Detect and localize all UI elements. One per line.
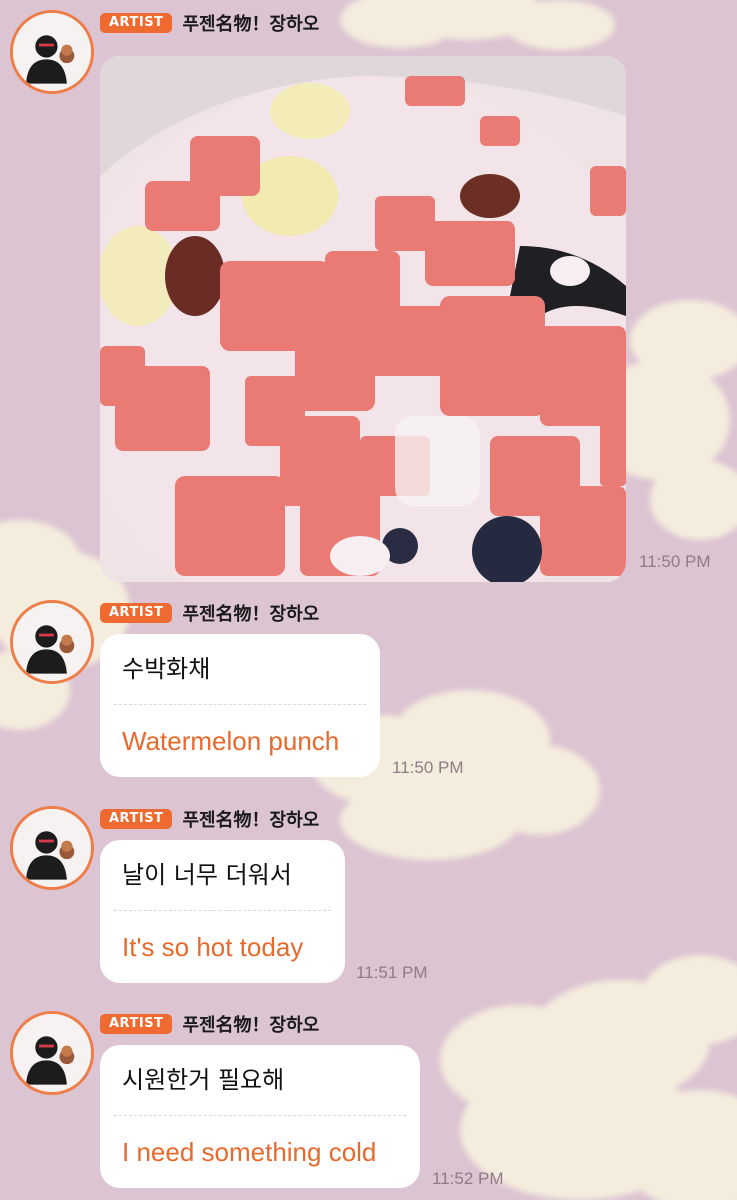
sender-row: ARTIST 푸젠名物！장하오 [100,1011,319,1037]
sender-name[interactable]: 푸젠名物！장하오 [182,806,319,832]
original-text: 날이 너무 더워서 [122,861,292,889]
photo-attachment[interactable] [100,56,626,582]
message-bubble[interactable]: 수박화채 Watermelon punch [100,634,380,777]
timestamp: 11:50 PM [392,758,464,777]
message-text: ARTIST 푸젠名物！장하오 수박화채 Watermelon punch 11… [0,600,737,785]
avatar-icon [13,603,91,681]
sender-row: ARTIST 푸젠名物！장하오 [100,600,319,626]
watermelon-punch-photo-icon [100,56,626,582]
message-bubble[interactable]: 날이 너무 더워서 It's so hot today [100,840,345,983]
avatar-icon [13,13,91,91]
artist-badge: ARTIST [100,809,173,829]
avatar[interactable] [10,10,94,94]
translation-text: Watermelon punch [122,726,340,756]
timestamp: 11:51 PM [356,963,428,982]
message-photo: ARTIST 푸젠名物！장하오 11:50 PM [0,10,737,585]
sender-row: ARTIST 푸젠名物！장하오 [100,806,319,832]
sender-row: ARTIST 푸젠名物！장하오 [100,10,319,36]
artist-badge: ARTIST [100,603,173,623]
timestamp: 11:50 PM [639,552,711,571]
translation-text: I need something cold [122,1137,377,1167]
message-text: ARTIST 푸젠名物！장하오 시원한거 필요해 I need somethin… [0,1011,737,1200]
avatar[interactable] [10,1011,94,1095]
translation-text: It's so hot today [122,932,304,962]
sender-name[interactable]: 푸젠名物！장하오 [182,600,319,626]
sender-name[interactable]: 푸젠名物！장하오 [182,1011,319,1037]
avatar[interactable] [10,806,94,890]
artist-badge: ARTIST [100,13,173,33]
sender-name[interactable]: 푸젠名物！장하오 [182,10,319,36]
original-text: 시원한거 필요해 [122,1066,285,1094]
artist-badge: ARTIST [100,1014,173,1034]
message-bubble[interactable]: 시원한거 필요해 I need something cold [100,1045,420,1188]
avatar[interactable] [10,600,94,684]
avatar-icon [13,809,91,887]
timestamp: 11:52 PM [432,1169,504,1188]
message-text: ARTIST 푸젠名物！장하오 날이 너무 더워서 It's so hot to… [0,806,737,991]
avatar-icon [13,1014,91,1092]
original-text: 수박화채 [122,655,211,683]
